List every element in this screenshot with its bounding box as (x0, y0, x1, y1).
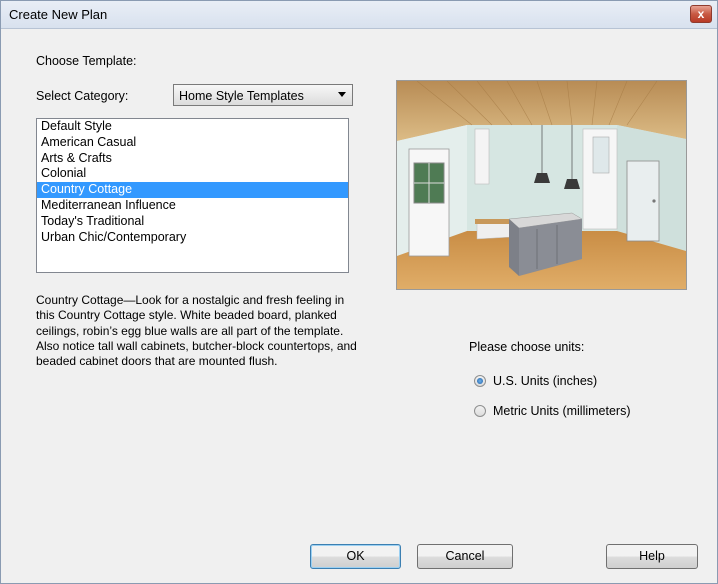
template-description: Country Cottage—Look for a nostalgic and… (36, 293, 357, 369)
metric-units-label[interactable]: Metric Units (millimeters) (493, 404, 631, 418)
template-list[interactable]: Default Style American Casual Arts & Cra… (36, 118, 349, 273)
template-item-american-casual[interactable]: American Casual (37, 135, 348, 151)
template-item-mediterranean-influence[interactable]: Mediterranean Influence (37, 198, 348, 214)
close-button[interactable]: x (690, 5, 712, 23)
template-item-default-style[interactable]: Default Style (37, 119, 348, 135)
select-category-label: Select Category: (36, 89, 129, 103)
template-item-country-cottage[interactable]: Country Cottage (37, 182, 348, 198)
units-label: Please choose units: (469, 340, 585, 354)
us-units-label[interactable]: U.S. Units (inches) (493, 374, 597, 388)
dialog-title: Create New Plan (9, 7, 108, 22)
template-item-arts-crafts[interactable]: Arts & Crafts (37, 151, 348, 167)
category-selected-value: Home Style Templates (179, 89, 304, 103)
template-item-urban-chic[interactable]: Urban Chic/Contemporary (37, 230, 348, 246)
title-bar: Create New Plan x (1, 1, 717, 29)
template-item-todays-traditional[interactable]: Today's Traditional (37, 214, 348, 230)
create-new-plan-dialog: Create New Plan x Choose Template: Selec… (0, 0, 718, 584)
template-preview-image (396, 80, 687, 290)
help-button[interactable]: Help (606, 544, 698, 569)
dropdown-arrow-icon[interactable] (338, 92, 346, 97)
kitchen-preview-illustration (397, 80, 686, 289)
template-item-colonial[interactable]: Colonial (37, 166, 348, 182)
cancel-button[interactable]: Cancel (417, 544, 513, 569)
category-dropdown[interactable]: Home Style Templates (173, 84, 353, 106)
us-units-radio[interactable] (474, 375, 486, 387)
choose-template-label: Choose Template: (36, 54, 137, 68)
metric-units-radio[interactable] (474, 405, 486, 417)
ok-button[interactable]: OK (310, 544, 401, 569)
